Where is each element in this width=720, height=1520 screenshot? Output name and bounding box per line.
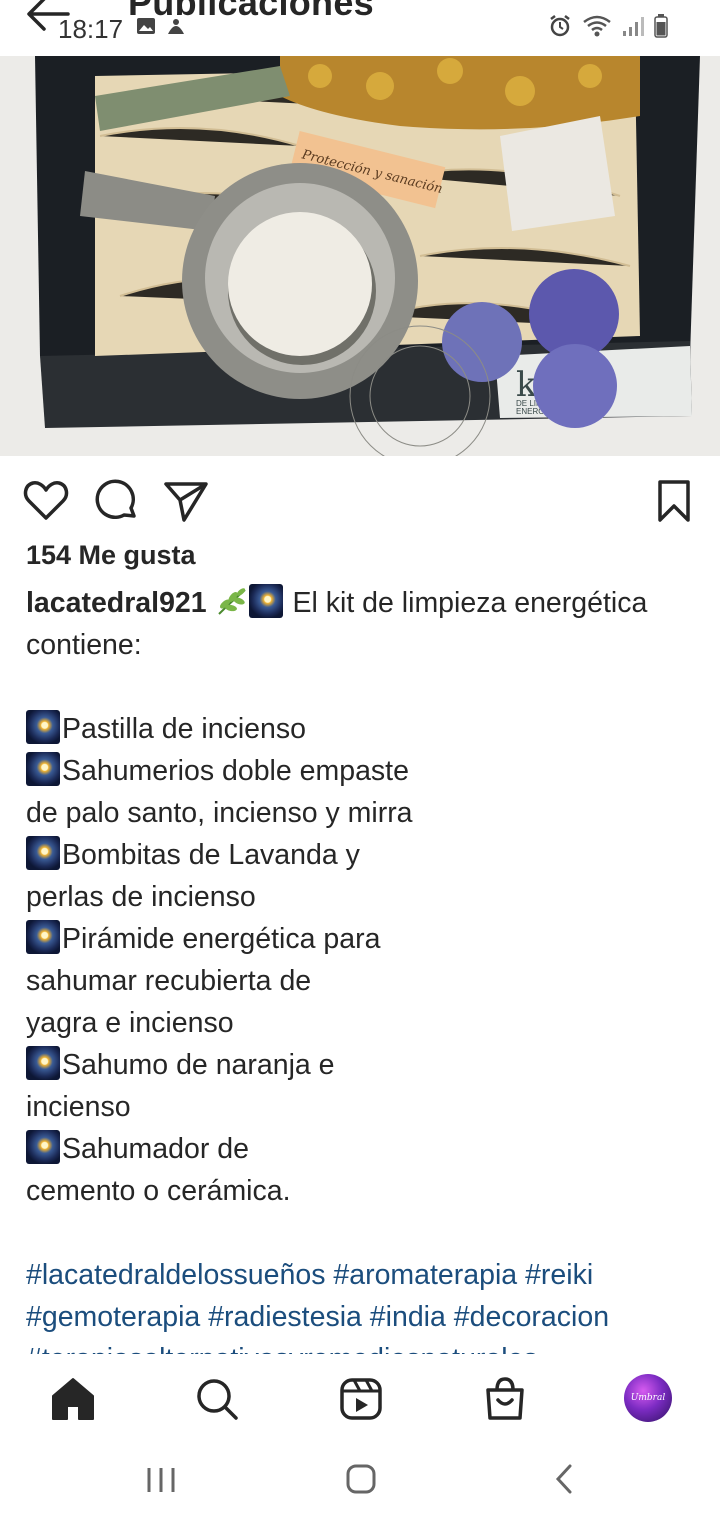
list-item: Sahumador de [62, 1133, 249, 1165]
list-item-continued: incienso [26, 1091, 131, 1123]
post-actions [0, 470, 720, 526]
search-icon[interactable] [192, 1374, 242, 1424]
list-item: Pirámide energética para [62, 923, 381, 955]
game-notification-icon [168, 19, 184, 34]
sparkler-emoji-icon [26, 1130, 60, 1164]
comment-icon[interactable] [94, 478, 140, 524]
list-item-continued: cemento o cerámica. [26, 1175, 291, 1207]
list-item: Sahumo de naranja e [62, 1049, 335, 1081]
sparkler-emoji-icon [26, 920, 60, 954]
post-caption: lacatedral921 El kit de limpieza energét… [26, 582, 698, 1354]
profile-avatar[interactable]: Umbral [624, 1374, 672, 1422]
caption-intro-1: El kit de limpieza energética [284, 587, 648, 619]
herb-emoji-icon [217, 588, 246, 615]
sparkler-emoji-icon [248, 584, 283, 618]
alarm-icon [550, 15, 570, 37]
home-button-icon[interactable] [344, 1462, 378, 1496]
heart-icon[interactable] [22, 478, 70, 524]
status-left-icons [136, 16, 188, 36]
hashtags-line[interactable]: #terapiasalternativasyremediosnaturales [26, 1338, 698, 1354]
battery-icon [654, 14, 668, 38]
bookmark-icon[interactable] [654, 478, 694, 524]
home-icon[interactable] [48, 1374, 98, 1424]
status-time: 18:17 [58, 14, 124, 44]
list-item-continued: sahumar recubierta de [26, 965, 312, 997]
sparkler-emoji-icon [26, 752, 60, 786]
list-item-continued: de palo santo, incienso y mirra [26, 797, 413, 829]
author-username[interactable]: lacatedral921 [26, 587, 207, 619]
list-item: Bombitas de Lavanda y [62, 839, 360, 871]
sparkler-emoji-icon [26, 710, 60, 744]
top-bar: Publicaciones 18:17 [0, 0, 720, 56]
hashtags-line[interactable]: #lacatedraldelossueños #aromaterapia #re… [26, 1254, 698, 1296]
status-right-icons [548, 14, 668, 38]
gallery-notification-icon [137, 18, 155, 34]
shop-icon[interactable] [480, 1374, 530, 1424]
reels-icon[interactable] [336, 1374, 386, 1424]
caption-intro-2: contiene: [26, 629, 142, 661]
list-item: Pastilla de incienso [62, 713, 306, 745]
list-item: Sahumerios doble empaste [62, 755, 409, 787]
post-image[interactable]: kit DE LIMPIEZA ENERGÉTICA Protección y … [0, 56, 720, 456]
system-nav-bar [0, 1440, 720, 1520]
list-item-continued: perlas de incienso [26, 881, 256, 913]
back-button-icon[interactable] [550, 1462, 578, 1496]
list-item-continued: yagra e incienso [26, 1007, 234, 1039]
recent-apps-icon[interactable] [144, 1464, 178, 1496]
product-photo: kit DE LIMPIEZA ENERGÉTICA Protección y … [0, 56, 720, 456]
signal-icon [623, 17, 644, 36]
sparkler-emoji-icon [26, 1046, 60, 1080]
bottom-nav: Umbral [0, 1354, 720, 1440]
send-icon[interactable] [162, 478, 210, 524]
wifi-icon [583, 15, 611, 37]
hashtags-line[interactable]: #gemoterapia #radiestesia #india #decora… [26, 1296, 698, 1338]
like-count[interactable]: 154 Me gusta [26, 540, 196, 571]
sparkler-emoji-icon [26, 836, 60, 870]
